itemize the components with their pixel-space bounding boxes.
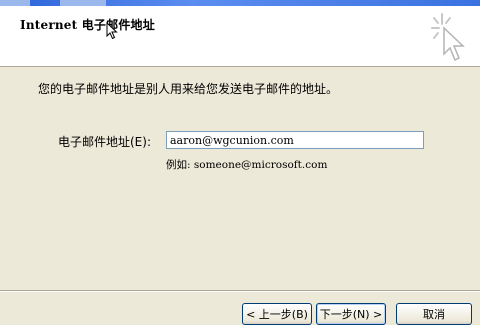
mouse-pointer-icon <box>106 22 118 40</box>
back-button[interactable]: < 上一步(B) <box>242 303 312 325</box>
email-field[interactable] <box>166 131 424 149</box>
email-label: 电子邮件地址(E): <box>58 135 151 149</box>
page-title: Internet 电子邮件地址 <box>20 18 155 32</box>
footer-divider <box>0 290 480 292</box>
wizard-sparkle-cursor-icon <box>431 13 465 62</box>
next-button[interactable]: 下一步(N) > <box>316 303 386 325</box>
example-hint: 例如: someone@microsoft.com <box>166 159 328 171</box>
description-text: 您的电子邮件地址是别人用来给您发送电子邮件的地址。 <box>38 82 339 96</box>
wizard-header: Internet 电子邮件地址 <box>0 6 480 67</box>
cancel-button[interactable]: 取消 <box>396 303 472 325</box>
